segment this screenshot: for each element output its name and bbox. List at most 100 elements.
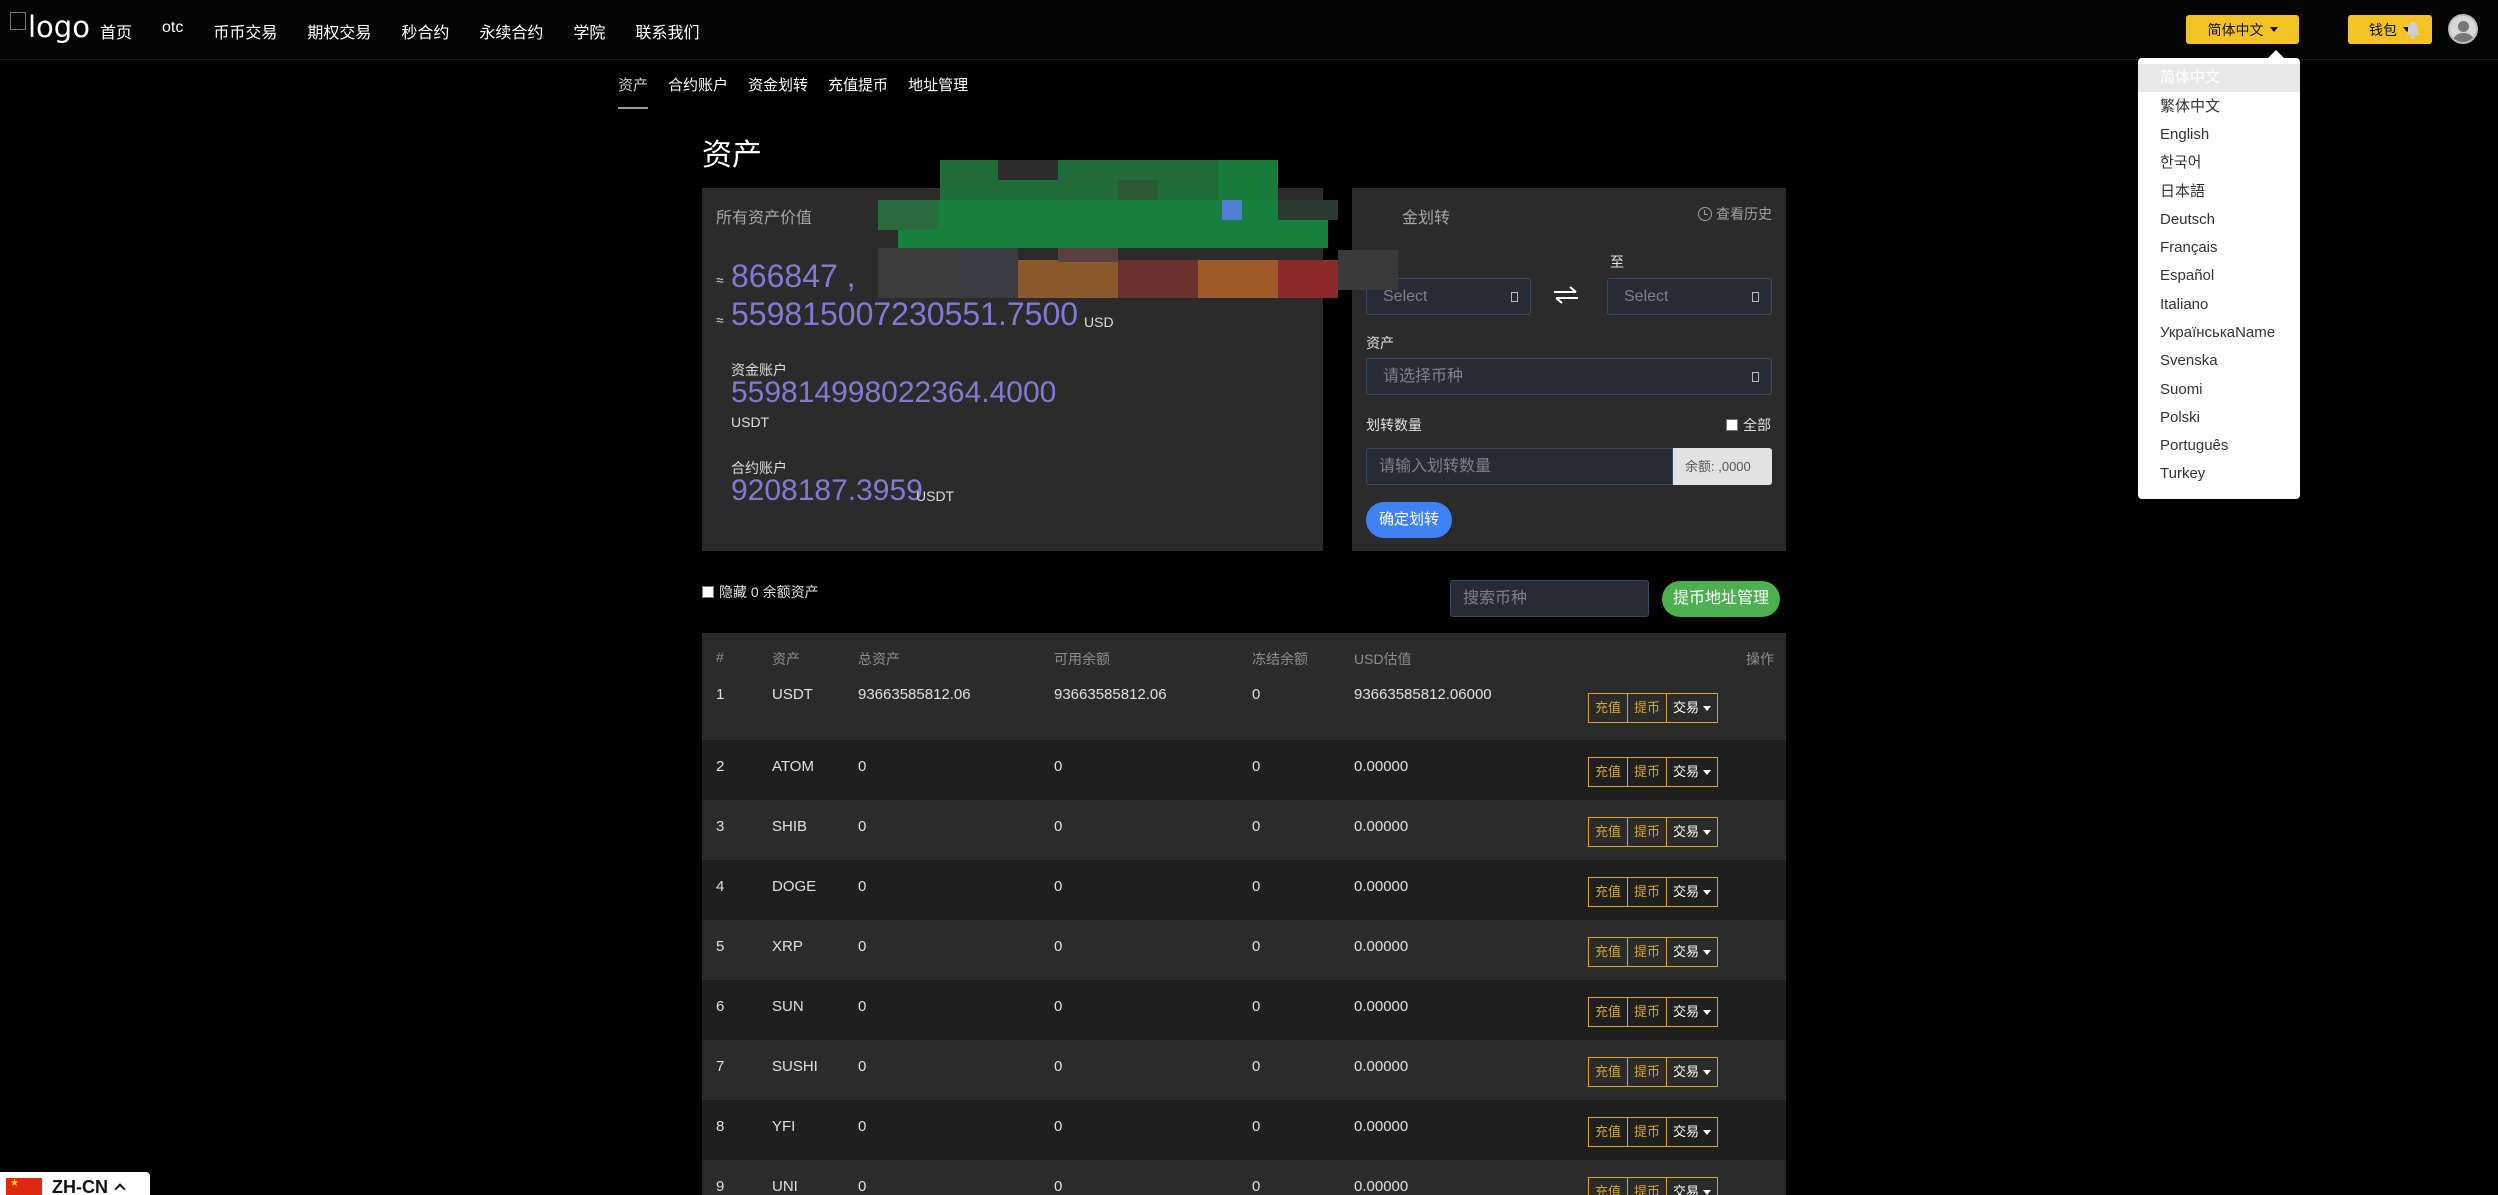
nav-otc[interactable]: otc: [162, 19, 183, 43]
withdraw-button[interactable]: 提币: [1628, 877, 1668, 907]
withdraw-button[interactable]: 提币: [1628, 693, 1668, 723]
swap-icon[interactable]: [1552, 285, 1580, 305]
lang-option-fr[interactable]: Français: [2138, 234, 2300, 262]
trade-dropdown-button[interactable]: 交易: [1667, 1177, 1719, 1195]
hide-zero-balance-toggle[interactable]: 隐藏 0 余额资产: [702, 582, 819, 602]
col-usd-value: USD估值: [1354, 651, 1412, 667]
lang-option-ko[interactable]: 한국어: [2138, 149, 2300, 177]
deposit-button[interactable]: 充值: [1588, 1177, 1629, 1195]
trade-dropdown-button[interactable]: 交易: [1667, 1057, 1719, 1087]
deposit-button[interactable]: 充值: [1588, 757, 1629, 787]
all-checkbox-label: 全部: [1743, 417, 1771, 433]
nav-perpetual-contract[interactable]: 永续合约: [479, 19, 543, 43]
chevron-up-icon: [114, 1183, 126, 1195]
hide-zero-checkbox[interactable]: [702, 586, 714, 598]
row-available: 0: [1054, 1118, 1063, 1135]
logo[interactable]: logo: [10, 10, 90, 44]
lang-option-it[interactable]: Italiano: [2138, 291, 2300, 319]
withdraw-button[interactable]: 提币: [1628, 757, 1668, 787]
nav-home[interactable]: 首页: [100, 19, 132, 43]
tab-assets[interactable]: 资产: [618, 74, 649, 109]
row-total: 0: [858, 1178, 867, 1195]
asset-select[interactable]: 请选择币种: [1366, 358, 1772, 395]
deposit-button[interactable]: 充值: [1588, 877, 1629, 907]
lang-option-zh-cn[interactable]: 简体中文: [2138, 64, 2300, 92]
col-available: 可用余额: [1054, 651, 1110, 667]
tab-fund-transfer[interactable]: 资金划转: [748, 74, 808, 109]
language-button[interactable]: 简体中文: [2186, 15, 2299, 44]
table-row: 8 YFI 0 0 0 0.00000 充值 提币 交易: [702, 1100, 1786, 1160]
lang-option-tr[interactable]: Turkey: [2138, 460, 2300, 488]
avatar[interactable]: [2448, 14, 2478, 44]
withdraw-button[interactable]: 提币: [1628, 1057, 1668, 1087]
deposit-button[interactable]: 充值: [1588, 1057, 1629, 1087]
nav-contact-us[interactable]: 联系我们: [635, 19, 699, 43]
table-body: 1 USDT 93663585812.06 93663585812.06 0 936635…: [702, 680, 1786, 1195]
trade-dropdown-button[interactable]: 交易: [1667, 937, 1719, 967]
nav-second-contract[interactable]: 秒合约: [401, 19, 449, 43]
deposit-button[interactable]: 充值: [1588, 997, 1629, 1027]
row-frozen: 0: [1252, 1058, 1261, 1075]
row-actions: 充值 提币 交易: [1588, 937, 1719, 967]
withdraw-button[interactable]: 提币: [1628, 997, 1668, 1027]
table-row: 5 XRP 0 0 0 0.00000 充值 提币 交易: [702, 920, 1786, 980]
search-coin-input[interactable]: 搜索币种: [1450, 580, 1649, 617]
lang-option-pt[interactable]: Português: [2138, 432, 2300, 460]
lang-option-sv[interactable]: Svenska: [2138, 347, 2300, 375]
language-widget[interactable]: ZH-CN: [0, 1172, 150, 1195]
nav-spot-trading[interactable]: 币币交易: [213, 19, 277, 43]
nav-options-trading[interactable]: 期权交易: [307, 19, 371, 43]
lang-option-ja[interactable]: 日本語: [2138, 178, 2300, 206]
lang-option-de[interactable]: Deutsch: [2138, 206, 2300, 234]
tab-address-management[interactable]: 地址管理: [908, 74, 968, 109]
trade-dropdown-button[interactable]: 交易: [1667, 693, 1719, 723]
deposit-button[interactable]: 充值: [1588, 693, 1629, 723]
bell-icon[interactable]: [2404, 20, 2422, 40]
tab-deposit-withdraw[interactable]: 充值提币: [828, 74, 888, 109]
caret-down-icon: [1703, 890, 1712, 896]
lang-option-es[interactable]: Español: [2138, 262, 2300, 290]
trade-label: 交易: [1673, 764, 1700, 779]
row-usd-value: 0.00000: [1354, 758, 1409, 775]
lang-option-en[interactable]: English: [2138, 121, 2300, 149]
view-history-link[interactable]: 查看历史: [1698, 204, 1772, 224]
trade-dropdown-button[interactable]: 交易: [1667, 877, 1719, 907]
deposit-button[interactable]: 充值: [1588, 1117, 1629, 1147]
transfer-amount-input[interactable]: 请输入划转数量: [1366, 448, 1673, 485]
row-frozen: 0: [1252, 818, 1261, 835]
withdraw-button[interactable]: 提币: [1628, 1177, 1668, 1195]
row-usd-value: 0.00000: [1354, 1178, 1409, 1195]
contract-account-unit: USDT: [916, 488, 955, 504]
total-value-partial: 866847 ,: [731, 258, 856, 294]
tab-contract-account[interactable]: 合约账户: [668, 74, 728, 109]
withdraw-address-management-button[interactable]: 提币地址管理: [1662, 581, 1780, 617]
redaction-mosaic: [878, 160, 1398, 300]
row-actions: 充值 提币 交易: [1588, 997, 1719, 1027]
lang-option-zh-tw[interactable]: 繁体中文: [2138, 93, 2300, 121]
table-header: # 资产 总资产 可用余额 冻结余额 USD估值 操作: [702, 633, 1786, 680]
deposit-button[interactable]: 充值: [1588, 817, 1629, 847]
trade-dropdown-button[interactable]: 交易: [1667, 997, 1719, 1027]
trade-dropdown-button[interactable]: 交易: [1667, 1117, 1719, 1147]
withdraw-button[interactable]: 提币: [1628, 1117, 1668, 1147]
trade-dropdown-button[interactable]: 交易: [1667, 817, 1719, 847]
all-checkbox[interactable]: [1726, 419, 1738, 431]
lang-option-uk[interactable]: УкраїнськаName: [2138, 319, 2300, 347]
top-navbar: logo 首页 otc 币币交易 期权交易 秒合约 永续合约 学院 联系我们 简…: [0, 0, 2498, 60]
transfer-title: 金划转: [1402, 210, 1451, 227]
all-checkbox-group[interactable]: 全部: [1726, 415, 1771, 435]
table-row: 9 UNI 0 0 0 0.00000 充值 提币 交易: [702, 1160, 1786, 1195]
withdraw-button[interactable]: 提币: [1628, 817, 1668, 847]
account-subtabs: 资产 合约账户 资金划转 充值提币 地址管理: [618, 74, 988, 109]
row-available: 0: [1054, 1178, 1063, 1195]
to-account-select[interactable]: Select: [1607, 278, 1772, 315]
balance-addon: 余额: ,0000: [1673, 448, 1772, 485]
withdraw-button[interactable]: 提币: [1628, 937, 1668, 967]
lang-option-fi[interactable]: Suomi: [2138, 376, 2300, 404]
deposit-button[interactable]: 充值: [1588, 937, 1629, 967]
confirm-transfer-button[interactable]: 确定划转: [1366, 502, 1452, 538]
trade-dropdown-button[interactable]: 交易: [1667, 757, 1719, 787]
nav-academy[interactable]: 学院: [573, 19, 605, 43]
lang-option-pl[interactable]: Polski: [2138, 404, 2300, 432]
row-usd-value: 0.00000: [1354, 1058, 1409, 1075]
